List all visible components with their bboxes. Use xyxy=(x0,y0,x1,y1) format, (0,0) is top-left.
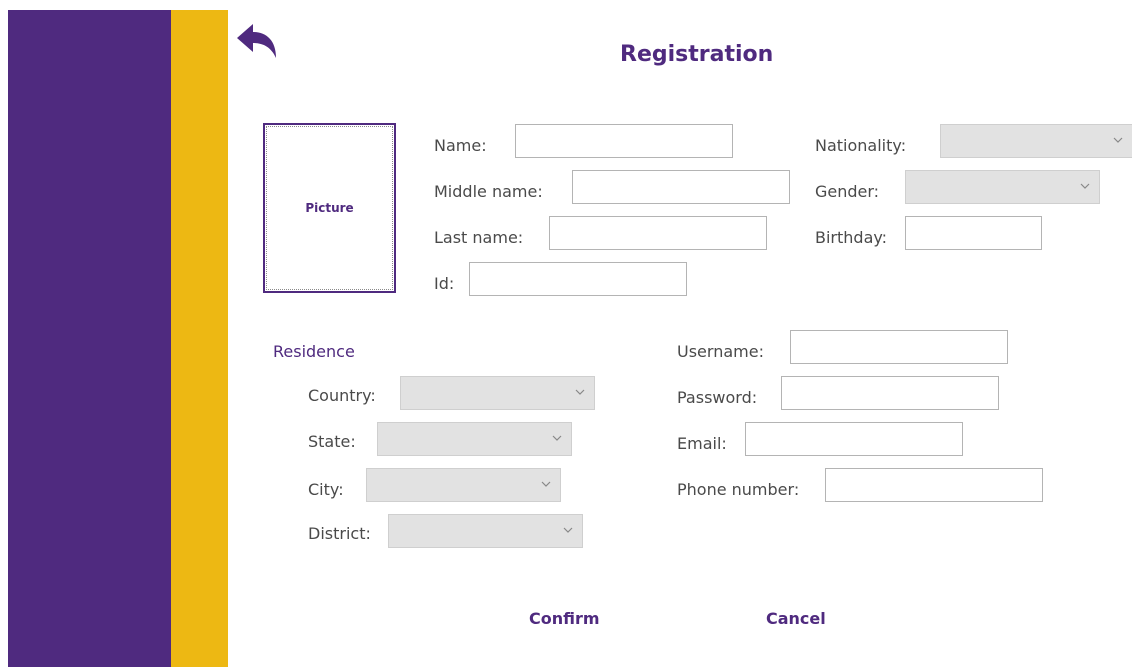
residence-heading: Residence xyxy=(273,342,355,361)
picture-box[interactable]: Picture xyxy=(263,123,396,293)
birthday-label: Birthday: xyxy=(815,228,888,247)
phone-number-label: Phone number: xyxy=(677,480,800,499)
state-label: State: xyxy=(308,432,356,451)
sidebar-yellow-band xyxy=(171,10,228,667)
page-title: Registration xyxy=(620,42,774,67)
last-name-label: Last name: xyxy=(434,228,524,247)
chevron-down-icon xyxy=(1113,137,1123,143)
country-label: Country: xyxy=(308,386,376,405)
gender-select[interactable] xyxy=(905,170,1100,204)
nationality-label: Nationality: xyxy=(815,136,907,155)
email-input[interactable] xyxy=(745,422,963,456)
back-arrow-icon xyxy=(237,24,276,58)
middle-name-input[interactable] xyxy=(572,170,790,204)
country-select[interactable] xyxy=(400,376,595,410)
picture-label: Picture xyxy=(305,201,354,215)
sidebar-purple-band xyxy=(8,10,171,667)
middle-name-label: Middle name: xyxy=(434,182,543,201)
username-input[interactable] xyxy=(790,330,1008,364)
confirm-button[interactable]: Confirm xyxy=(529,609,600,628)
id-input[interactable] xyxy=(469,262,687,296)
chevron-down-icon xyxy=(1080,183,1090,189)
state-select[interactable] xyxy=(377,422,572,456)
chevron-down-icon xyxy=(563,527,573,533)
chevron-down-icon xyxy=(552,435,562,441)
chevron-down-icon xyxy=(541,481,551,487)
city-label: City: xyxy=(308,480,344,499)
name-label: Name: xyxy=(434,136,487,155)
username-label: Username: xyxy=(677,342,764,361)
nationality-select[interactable] xyxy=(940,124,1132,158)
registration-window: Registration Picture Name: Middle name: … xyxy=(0,0,1132,667)
last-name-input[interactable] xyxy=(549,216,767,250)
phone-number-input[interactable] xyxy=(825,468,1043,502)
back-button[interactable] xyxy=(236,22,278,60)
district-select[interactable] xyxy=(388,514,583,548)
chevron-down-icon xyxy=(575,389,585,395)
cancel-button[interactable]: Cancel xyxy=(766,609,826,628)
gender-label: Gender: xyxy=(815,182,880,201)
password-label: Password: xyxy=(677,388,758,407)
email-label: Email: xyxy=(677,434,727,453)
id-label: Id: xyxy=(434,274,455,293)
city-select[interactable] xyxy=(366,468,561,502)
district-label: District: xyxy=(308,524,371,543)
birthday-input[interactable] xyxy=(905,216,1042,250)
password-input[interactable] xyxy=(781,376,999,410)
name-input[interactable] xyxy=(515,124,733,158)
